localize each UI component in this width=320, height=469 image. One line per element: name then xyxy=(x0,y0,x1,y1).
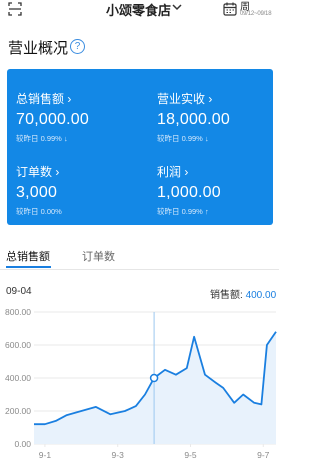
x-tick-label: 9-5 xyxy=(184,450,197,460)
date-range[interactable]: 09/12~09/18 xyxy=(240,11,272,17)
tab-total-sales[interactable]: 总销售额 xyxy=(6,248,50,264)
y-tick-label: 400.00 xyxy=(5,373,31,383)
metric-profit[interactable]: 利润 › 1,000.00 较昨日 0.99% ↑ xyxy=(157,163,221,217)
scan-icon[interactable] xyxy=(8,2,22,16)
metric-label: 利润 xyxy=(157,165,182,179)
sales-area-chart[interactable]: 0.00 200.00 400.00 600.00 800.00 9-1 9-3 9-5 9-7 xyxy=(0,300,279,469)
y-tick-label: 600.00 xyxy=(5,340,31,350)
metric-total-sales[interactable]: 总销售额 › 70,000.00 较昨日 0.99% ↓ xyxy=(16,90,89,144)
metric-label: 订单数 xyxy=(16,165,53,179)
chevron-down-icon[interactable] xyxy=(171,1,183,13)
tab-orders[interactable]: 订单数 xyxy=(82,248,115,264)
x-tick-label: 9-1 xyxy=(39,450,52,460)
arrow-down-icon: ↓ xyxy=(204,134,209,143)
metric-compare: 较昨日 0.99% xyxy=(157,207,203,216)
x-tick-label: 9-7 xyxy=(257,450,270,460)
metric-label: 营业实收 xyxy=(157,92,206,106)
top-nav: 小颂零食店 周 09/12~09/18 xyxy=(0,0,279,28)
calendar-icon[interactable] xyxy=(223,2,237,16)
metric-label: 总销售额 xyxy=(16,92,65,106)
y-tick-label: 800.00 xyxy=(5,307,31,317)
metric-orders[interactable]: 订单数 › 3,000 较昨日 0.00% xyxy=(16,163,62,217)
metric-actual-revenue[interactable]: 营业实收 › 18,000.00 较昨日 0.99% ↓ xyxy=(157,90,230,144)
highlight-point xyxy=(149,373,159,383)
help-icon[interactable]: ? xyxy=(70,39,85,54)
page: 小颂零食店 周 09/12~09/18 营业概况 ? 总销售额 › 70,000… xyxy=(0,0,279,469)
series-area xyxy=(34,331,276,444)
metric-value: 70,000.00 xyxy=(16,111,89,128)
metric-value: 1,000.00 xyxy=(157,184,221,201)
arrow-down-icon: ↓ xyxy=(63,134,68,143)
store-name[interactable]: 小颂零食店 xyxy=(106,0,171,19)
metric-compare: 较昨日 0.00% xyxy=(16,207,62,216)
chevron-right-icon: › xyxy=(184,165,189,179)
sales-readout: 销售额: 400.00 xyxy=(210,286,276,301)
y-tick-label: 0.00 xyxy=(14,439,31,449)
metric-compare: 较昨日 0.99% xyxy=(157,134,203,143)
chevron-right-icon: › xyxy=(208,92,213,106)
chevron-right-icon: › xyxy=(55,165,60,179)
selected-date: 09-04 xyxy=(6,286,32,297)
x-tick-label: 9-3 xyxy=(112,450,125,460)
metric-compare: 较昨日 0.99% xyxy=(16,134,62,143)
page-title: 营业概况 xyxy=(8,40,69,57)
chevron-right-icon: › xyxy=(67,92,72,106)
y-tick-label: 200.00 xyxy=(5,406,31,416)
metric-value: 18,000.00 xyxy=(157,111,230,128)
active-tab-indicator xyxy=(6,266,51,268)
arrow-up-icon: ↑ xyxy=(204,207,209,216)
metric-value: 3,000 xyxy=(16,184,58,201)
